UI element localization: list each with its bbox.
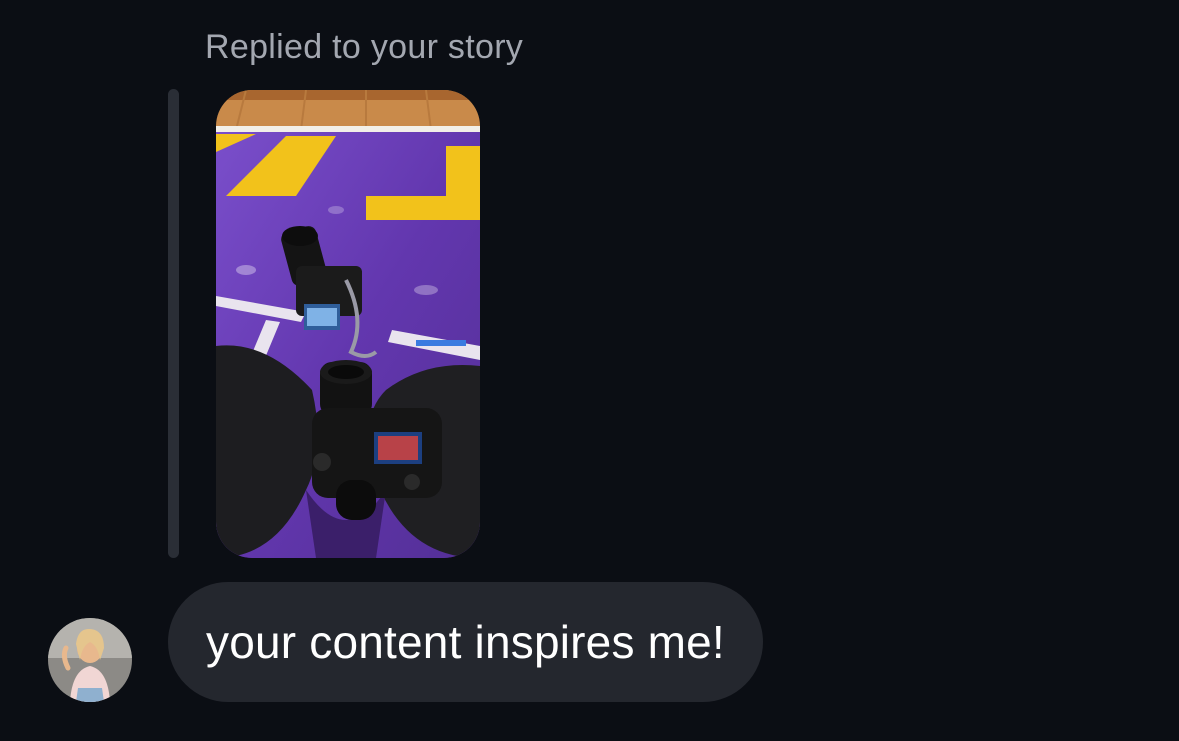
message-bubble[interactable]: your content inspires me! — [168, 582, 763, 702]
sender-avatar[interactable] — [48, 618, 132, 702]
story-reply-label: Replied to your story — [205, 28, 524, 66]
story-thumbnail[interactable] — [216, 90, 480, 558]
message-text: your content inspires me! — [206, 616, 725, 668]
story-quote-bar — [168, 89, 179, 558]
story-photo-icon — [216, 90, 480, 558]
user-avatar-photo-icon — [48, 618, 132, 702]
